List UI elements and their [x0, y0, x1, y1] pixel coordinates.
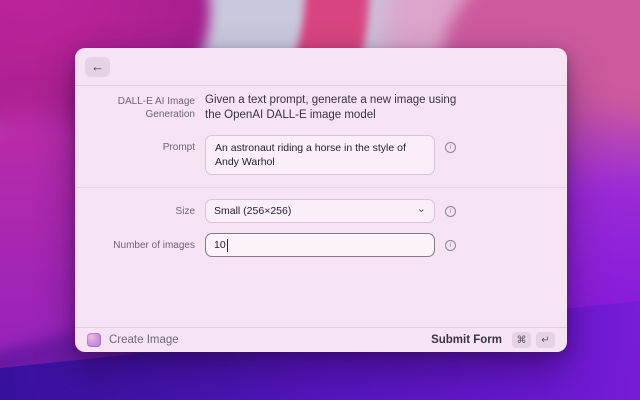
desktop: ← DALL-E AI Image Generation Given a tex… — [0, 0, 640, 400]
back-button[interactable]: ← — [85, 56, 110, 77]
prompt-label: Prompt — [162, 142, 195, 153]
footer-action: Create Image — [87, 333, 179, 347]
info-icon[interactable]: i — [445, 205, 456, 217]
size-label: Size — [175, 205, 195, 217]
size-row: Size Small (256×256) ⌄ i — [75, 199, 567, 223]
window-header: ← — [75, 48, 567, 86]
return-key-icon: ↵ — [536, 332, 555, 348]
chevron-down-icon: ⌄ — [416, 203, 426, 215]
prompt-row: Prompt An astronaut riding a horse in th… — [75, 135, 567, 175]
count-input-value: 10 — [214, 239, 226, 251]
size-select[interactable]: Small (256×256) ⌄ — [205, 199, 435, 223]
raycast-form-window: ← DALL-E AI Image Generation Given a tex… — [75, 48, 567, 352]
form-title-row: DALL-E AI Image Generation Given a text … — [75, 93, 567, 123]
cmd-key-icon: ⌘ — [512, 332, 531, 348]
action-label: Create Image — [109, 334, 179, 346]
info-icon[interactable]: i — [445, 142, 456, 153]
command-description: Given a text prompt, generate a new imag… — [205, 94, 457, 121]
footer-submit: Submit Form ⌘ ↵ — [431, 332, 555, 348]
form-separator — [75, 187, 567, 188]
submit-form-button[interactable]: Submit Form — [431, 334, 502, 346]
info-icon[interactable]: i — [445, 239, 456, 251]
prompt-textarea[interactable]: An astronaut riding a horse in the style… — [205, 135, 435, 175]
command-title-label: DALL-E AI Image Generation — [117, 96, 195, 120]
back-arrow-icon: ← — [91, 58, 104, 74]
dalle-extension-icon — [87, 333, 101, 347]
window-footer: Create Image Submit Form ⌘ ↵ — [75, 327, 567, 352]
count-input[interactable]: 10 — [205, 233, 435, 257]
size-select-value: Small (256×256) — [214, 205, 292, 217]
text-cursor — [226, 238, 228, 252]
count-label: Number of images — [113, 239, 195, 251]
count-row: Number of images 10 i — [75, 233, 567, 257]
dalle-form: DALL-E AI Image Generation Given a text … — [75, 86, 567, 327]
